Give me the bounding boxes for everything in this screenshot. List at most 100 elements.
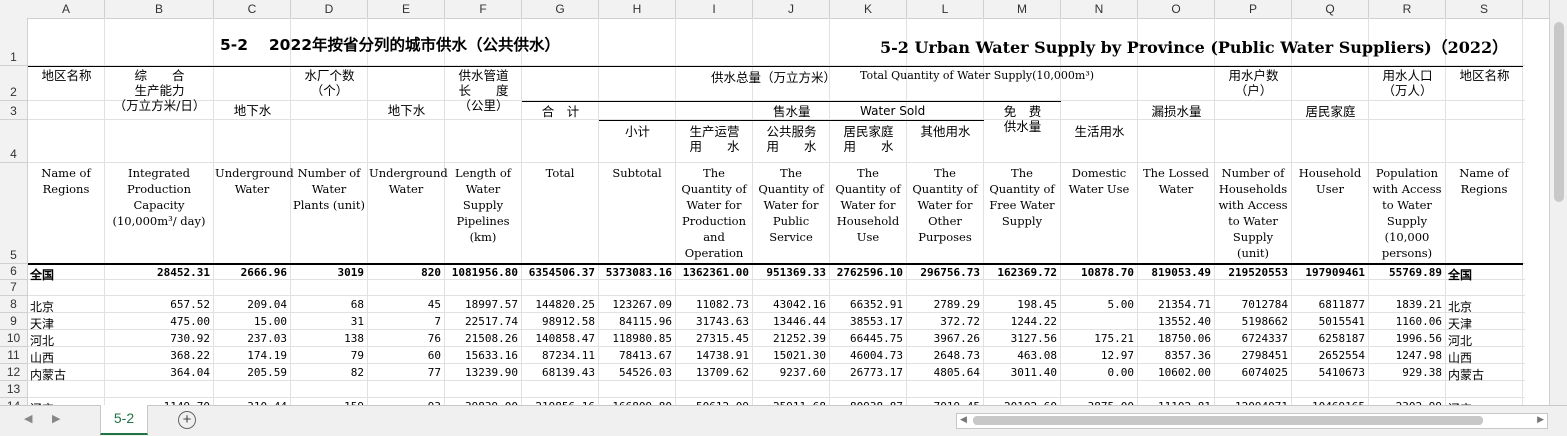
header-pipeline-cn: 供水管道 长 度 （公里）	[458, 68, 509, 113]
row-header-13[interactable]: 13	[0, 381, 27, 398]
col-header-R[interactable]: R	[1369, 0, 1446, 18]
data-cell-E: 77	[427, 366, 441, 379]
col-header-I[interactable]: I	[676, 0, 753, 18]
spreadsheet-grid[interactable]: ABCDEFGHIJKLMNOPQRS 1234567891011121314 …	[0, 0, 1567, 405]
col-header-D[interactable]: D	[291, 0, 368, 18]
data-cell-R: 1996.56	[1395, 332, 1442, 345]
data-cell-L: 2648.73	[933, 349, 980, 362]
total-cell-D: 3019	[337, 266, 365, 279]
nav-left-icon[interactable]: ◀	[24, 412, 32, 425]
gridline-h	[28, 295, 1525, 296]
data-cell-O: 10602.00	[1158, 366, 1211, 379]
col-header-M[interactable]: M	[984, 0, 1061, 18]
scroll-left-icon[interactable]: ◀	[960, 414, 967, 425]
row-header-11[interactable]: 11	[0, 347, 27, 364]
data-cell-M: 463.08	[1017, 349, 1057, 362]
data-cell-H: 78413.67	[619, 349, 672, 362]
header-sold-en: Water Sold	[860, 104, 926, 118]
table-border	[522, 101, 1061, 102]
col-header-P[interactable]: P	[1215, 0, 1292, 18]
header-en-F: Length of Water Supply Pipelines (km)	[454, 166, 512, 244]
data-cell-R: 1839.21	[1395, 298, 1442, 311]
header-lossed-cn: 漏损水量	[1151, 104, 1202, 119]
col-header-K[interactable]: K	[830, 0, 907, 18]
column-header-bar[interactable]: ABCDEFGHIJKLMNOPQRS	[0, 0, 1567, 19]
col-header-H[interactable]: H	[599, 0, 676, 18]
data-cell-O: 18750.06	[1158, 332, 1211, 345]
header-total-supply-cn: 供水总量（万立方米）	[711, 70, 837, 85]
total-cell-S: 全国	[1448, 268, 1473, 282]
row-header-bar[interactable]: 1234567891011121314	[0, 18, 28, 405]
col-header-F[interactable]: F	[445, 0, 522, 18]
data-cell-S: 山西	[1448, 351, 1473, 365]
row-header-10[interactable]: 10	[0, 330, 27, 347]
data-cell-M: 3127.56	[1010, 332, 1057, 345]
col-header-E[interactable]: E	[368, 0, 445, 18]
data-cell-S: 内蒙古	[1448, 368, 1485, 382]
header-underground-cn: 地下水	[233, 103, 272, 118]
row-header-2[interactable]: 2	[0, 66, 27, 101]
data-cell-A: 内蒙古	[30, 368, 67, 382]
data-cell-H: 118980.85	[612, 332, 672, 345]
vertical-scrollbar[interactable]	[1549, 0, 1567, 408]
header-underground2-cn: 地下水	[387, 103, 426, 118]
gridline-h	[28, 346, 1525, 347]
header-en-K: The Quantity of Water for Household Use	[835, 166, 901, 244]
sheet-tab-5-2[interactable]: 5-2	[100, 405, 148, 435]
data-cell-J: 21252.39	[773, 332, 826, 345]
data-cell-O: 21354.71	[1158, 298, 1211, 311]
total-cell-H: 5373083.16	[605, 266, 672, 279]
row-header-4[interactable]: 4	[0, 120, 27, 163]
data-cell-I: 13709.62	[696, 366, 749, 379]
col-header-O[interactable]: O	[1138, 0, 1215, 18]
data-cell-D: 68	[350, 298, 364, 311]
data-cell-S: 北京	[1448, 300, 1473, 314]
row-header-5[interactable]: 5	[0, 163, 27, 264]
col-header-B[interactable]: B	[105, 0, 214, 18]
row-header-14[interactable]: 14	[0, 398, 27, 405]
col-header-G[interactable]: G	[522, 0, 599, 18]
data-cell-Q: 5410673	[1318, 366, 1365, 379]
col-header-L[interactable]: L	[907, 0, 984, 18]
data-cell-B: 368.22	[170, 349, 210, 362]
data-cell-R: 1247.98	[1395, 349, 1442, 362]
data-cell-G: 140858.47	[535, 332, 595, 345]
col-header-J[interactable]: J	[753, 0, 830, 18]
sheet-area[interactable]: 5-2 2022年按省分列的城市供水（公共供水） 5-2 Urban Water …	[28, 18, 1525, 405]
data-cell-F: 13239.90	[465, 366, 518, 379]
col-header-Q[interactable]: Q	[1292, 0, 1369, 18]
col-header-S[interactable]: S	[1446, 0, 1523, 18]
header-sold-cn: 售水量	[773, 104, 811, 119]
row-header-12[interactable]: 12	[0, 364, 27, 381]
data-cell-Q: 6811877	[1318, 298, 1365, 311]
data-cell-R: 929.38	[1402, 366, 1442, 379]
data-cell-D: 31	[350, 315, 364, 328]
row-header-8[interactable]: 8	[0, 296, 27, 313]
horizontal-scrollbar[interactable]: ◀ ▶	[956, 413, 1548, 429]
total-cell-K: 2762596.10	[836, 266, 903, 279]
gridline-h	[28, 363, 1525, 364]
data-cell-J: 43042.16	[773, 298, 826, 311]
row-header-9[interactable]: 9	[0, 313, 27, 330]
gridline-h	[28, 279, 1525, 280]
row-header-7[interactable]: 7	[0, 280, 27, 296]
scroll-right-icon[interactable]: ▶	[1537, 414, 1544, 425]
row-header-6[interactable]: 6	[0, 264, 27, 280]
col-header-N[interactable]: N	[1061, 0, 1138, 18]
total-cell-E: 820	[421, 266, 441, 279]
row-header-3[interactable]: 3	[0, 101, 27, 120]
data-cell-D: 79	[350, 349, 364, 362]
data-cell-A: 北京	[30, 300, 55, 314]
total-cell-A: 全国	[30, 268, 55, 282]
table-title-cn: 5-2 2022年按省分列的城市供水（公共供水）	[220, 36, 561, 54]
data-cell-Q: 6258187	[1318, 332, 1365, 345]
col-header-C[interactable]: C	[214, 0, 291, 18]
horizontal-scroll-thumb[interactable]	[973, 416, 1483, 425]
header-en-A: Name of Regions	[41, 166, 91, 196]
data-cell-H: 123267.09	[612, 298, 672, 311]
nav-right-icon[interactable]: ▶	[52, 412, 60, 425]
vertical-scroll-thumb[interactable]	[1554, 22, 1564, 202]
add-sheet-icon[interactable]: +	[178, 411, 196, 429]
col-header-A[interactable]: A	[28, 0, 105, 18]
row-header-1[interactable]: 1	[0, 18, 27, 66]
